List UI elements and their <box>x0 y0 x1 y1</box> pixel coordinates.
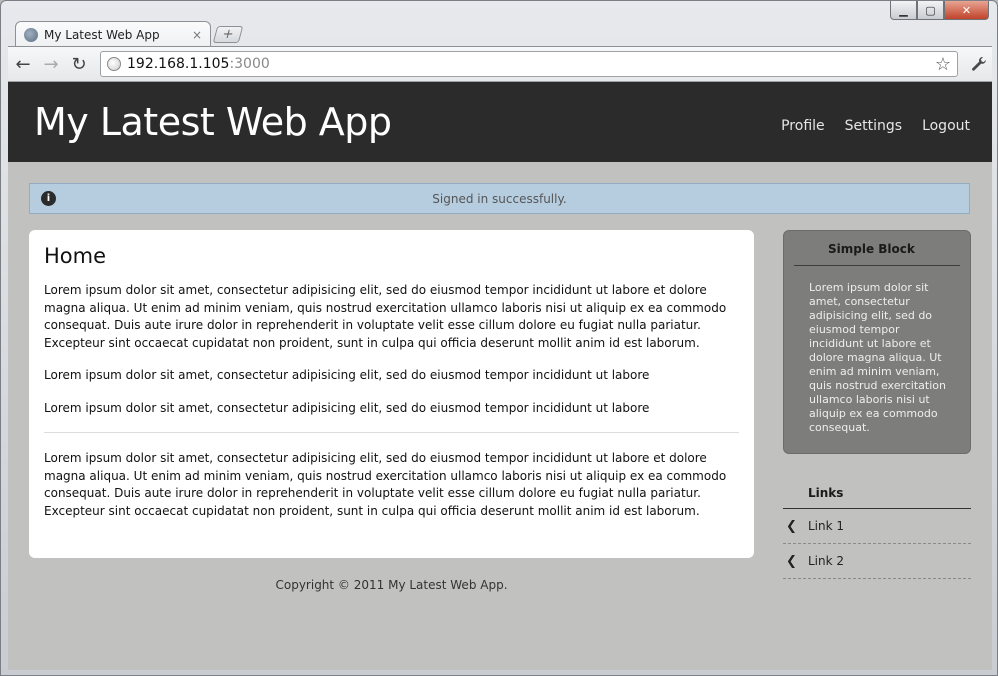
wrench-icon <box>972 57 986 71</box>
maximize-button[interactable]: ▢ <box>917 1 944 20</box>
url-host: 192.168.1.105 <box>127 56 230 72</box>
browser-window: ▁ ▢ ✕ My Latest Web App × + ← → ↻ 192.16… <box>0 0 998 676</box>
nav-profile-link[interactable]: Profile <box>781 118 825 134</box>
info-icon: i <box>41 191 56 206</box>
chevron-left-icon: ❮ <box>786 553 797 569</box>
tab-close-icon[interactable]: × <box>192 28 202 42</box>
back-arrow-icon[interactable]: ← <box>10 51 36 77</box>
sidebar-link-1[interactable]: ❮ Link 1 <box>783 509 971 544</box>
paragraph: Lorem ipsum dolor sit amet, consectetur … <box>44 368 650 382</box>
minimize-button[interactable]: ▁ <box>890 1 917 20</box>
flash-message: Signed in successfully. <box>432 191 567 206</box>
new-tab-button[interactable]: + <box>212 26 244 43</box>
site-header: My Latest Web App Profile Settings Logou… <box>8 82 992 162</box>
paragraph: Lorem ipsum dolor sit amet, consectetur … <box>44 283 727 350</box>
nav-settings-link[interactable]: Settings <box>845 118 902 134</box>
link-label[interactable]: Link 2 <box>808 554 844 568</box>
links-title: Links <box>783 478 971 509</box>
url-port: :3000 <box>229 56 270 72</box>
site-title[interactable]: My Latest Web App <box>34 100 392 144</box>
close-window-button[interactable]: ✕ <box>944 1 989 20</box>
chevron-left-icon: ❮ <box>786 518 797 534</box>
flash-notice: i Signed in successfully. <box>29 183 970 214</box>
paragraph: Lorem ipsum dolor sit amet, consectetur … <box>44 451 727 518</box>
favicon-icon <box>24 27 38 42</box>
bookmark-star-icon[interactable]: ☆ <box>935 54 951 75</box>
window-controls: ▁ ▢ ✕ <box>890 1 989 20</box>
paragraph: Lorem ipsum dolor sit amet, consectetur … <box>44 400 650 415</box>
divider <box>44 432 739 433</box>
page-heading: Home <box>44 244 107 268</box>
simple-block: Simple Block Lorem ipsum dolor sit amet,… <box>783 230 971 454</box>
nav-logout-link[interactable]: Logout <box>922 118 970 134</box>
links-block: Links ❮ Link 1 ❮ Link 2 <box>783 478 971 579</box>
forward-arrow-icon[interactable]: → <box>38 51 64 77</box>
reload-icon[interactable]: ↻ <box>66 51 92 77</box>
browser-tab[interactable]: My Latest Web App × <box>15 21 211 47</box>
site-nav: Profile Settings Logout <box>781 118 970 134</box>
footer-copyright: Copyright © 2011 My Latest Web App. <box>275 578 508 592</box>
sidebar-link-2[interactable]: ❮ Link 2 <box>783 544 971 579</box>
link-label[interactable]: Link 1 <box>808 519 844 533</box>
main-content: Home Lorem ipsum dolor sit amet, consect… <box>29 230 754 558</box>
simple-block-title: Simple Block <box>794 231 960 266</box>
tab-title: My Latest Web App <box>44 27 160 42</box>
address-bar[interactable]: 192.168.1.105 :3000 ☆ <box>100 51 958 77</box>
web-page: My Latest Web App Profile Settings Logou… <box>8 82 992 670</box>
wrench-menu-icon[interactable] <box>966 51 992 77</box>
browser-toolbar: ← → ↻ 192.168.1.105 :3000 ☆ <box>8 46 992 82</box>
globe-icon <box>107 57 121 71</box>
simple-block-text: Lorem ipsum dolor sit amet, consectetur … <box>809 281 946 434</box>
